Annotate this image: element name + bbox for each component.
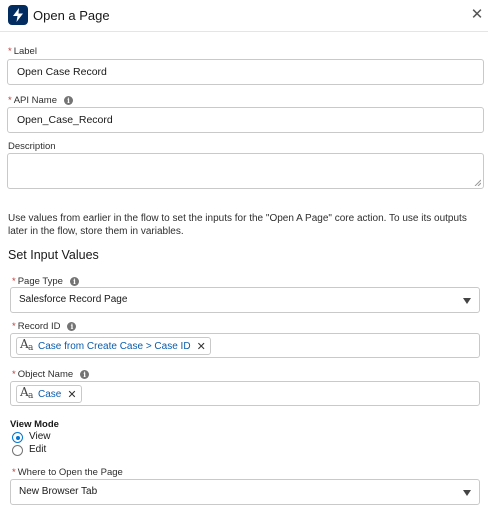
radio-view[interactable] [12, 432, 23, 443]
label-label-text: Label [13, 46, 37, 57]
remove-icon[interactable]: ✕ [197, 340, 206, 353]
section-title: Set Input Values [8, 248, 99, 262]
where-to-open-label: * Where to Open the Page [12, 467, 123, 478]
record-id-label: * Record ID i [12, 321, 77, 332]
info-icon[interactable]: i [69, 277, 79, 286]
label-input[interactable]: Open Case Record [7, 59, 484, 85]
close-icon[interactable]: ✕ [470, 6, 484, 24]
object-name-label-text: Object Name [17, 369, 74, 380]
pill-label: Case from Create Case > Case ID [38, 340, 191, 352]
required-marker: * [12, 369, 16, 380]
text-resource-icon: Aa [20, 385, 36, 402]
required-marker: * [8, 95, 12, 106]
aa-small-glyph: a [28, 391, 34, 401]
label-field-label: * Label [8, 46, 37, 57]
api-name-field-label: * API Name i [8, 95, 73, 106]
aa-small-glyph: a [28, 343, 34, 353]
api-name-label-text: API Name [13, 95, 57, 106]
modal-header: Open a Page ✕ [0, 0, 488, 32]
object-name-input[interactable]: Aa Case ✕ [10, 381, 480, 406]
page-title: Open a Page [33, 8, 110, 23]
required-marker: * [8, 46, 12, 57]
chevron-down-icon [463, 490, 471, 496]
info-icon[interactable]: i [64, 96, 73, 105]
view-mode-label: View Mode [10, 419, 59, 430]
info-icon[interactable]: i [67, 322, 77, 331]
where-to-open-label-text: Where to Open the Page [17, 467, 123, 478]
text-resource-icon: Aa [20, 337, 36, 354]
page-type-label: * Page Type i [12, 276, 79, 287]
object-name-pill[interactable]: Aa Case ✕ [16, 385, 82, 403]
description-label: Description [8, 141, 56, 152]
record-id-input[interactable]: Aa Case from Create Case > Case ID ✕ [10, 333, 480, 358]
required-marker: * [12, 467, 16, 478]
record-id-pill[interactable]: Aa Case from Create Case > Case ID ✕ [16, 337, 211, 355]
where-to-open-value: New Browser Tab [19, 486, 98, 497]
required-marker: * [12, 276, 16, 287]
record-id-label-text: Record ID [17, 321, 61, 332]
info-icon[interactable]: i [80, 370, 90, 379]
api-name-input[interactable]: Open_Case_Record [7, 107, 484, 133]
radio-view-label[interactable]: View [29, 431, 51, 442]
description-textarea[interactable] [7, 153, 484, 189]
object-name-label: * Object Name i [12, 369, 90, 380]
radio-edit-label[interactable]: Edit [29, 444, 46, 455]
help-text: Use values from earlier in the flow to s… [8, 213, 467, 237]
remove-icon[interactable]: ✕ [67, 388, 76, 401]
pill-label: Case [38, 388, 62, 400]
page-type-label-text: Page Type [17, 276, 63, 287]
lightning-bolt-icon [8, 5, 28, 25]
chevron-down-icon [463, 298, 471, 304]
page-type-value: Salesforce Record Page [19, 294, 128, 305]
resize-handle-icon[interactable] [474, 179, 481, 186]
page-type-select[interactable]: Salesforce Record Page [10, 287, 480, 313]
required-marker: * [12, 321, 16, 332]
radio-edit[interactable] [12, 445, 23, 456]
where-to-open-select[interactable]: New Browser Tab [10, 479, 480, 505]
